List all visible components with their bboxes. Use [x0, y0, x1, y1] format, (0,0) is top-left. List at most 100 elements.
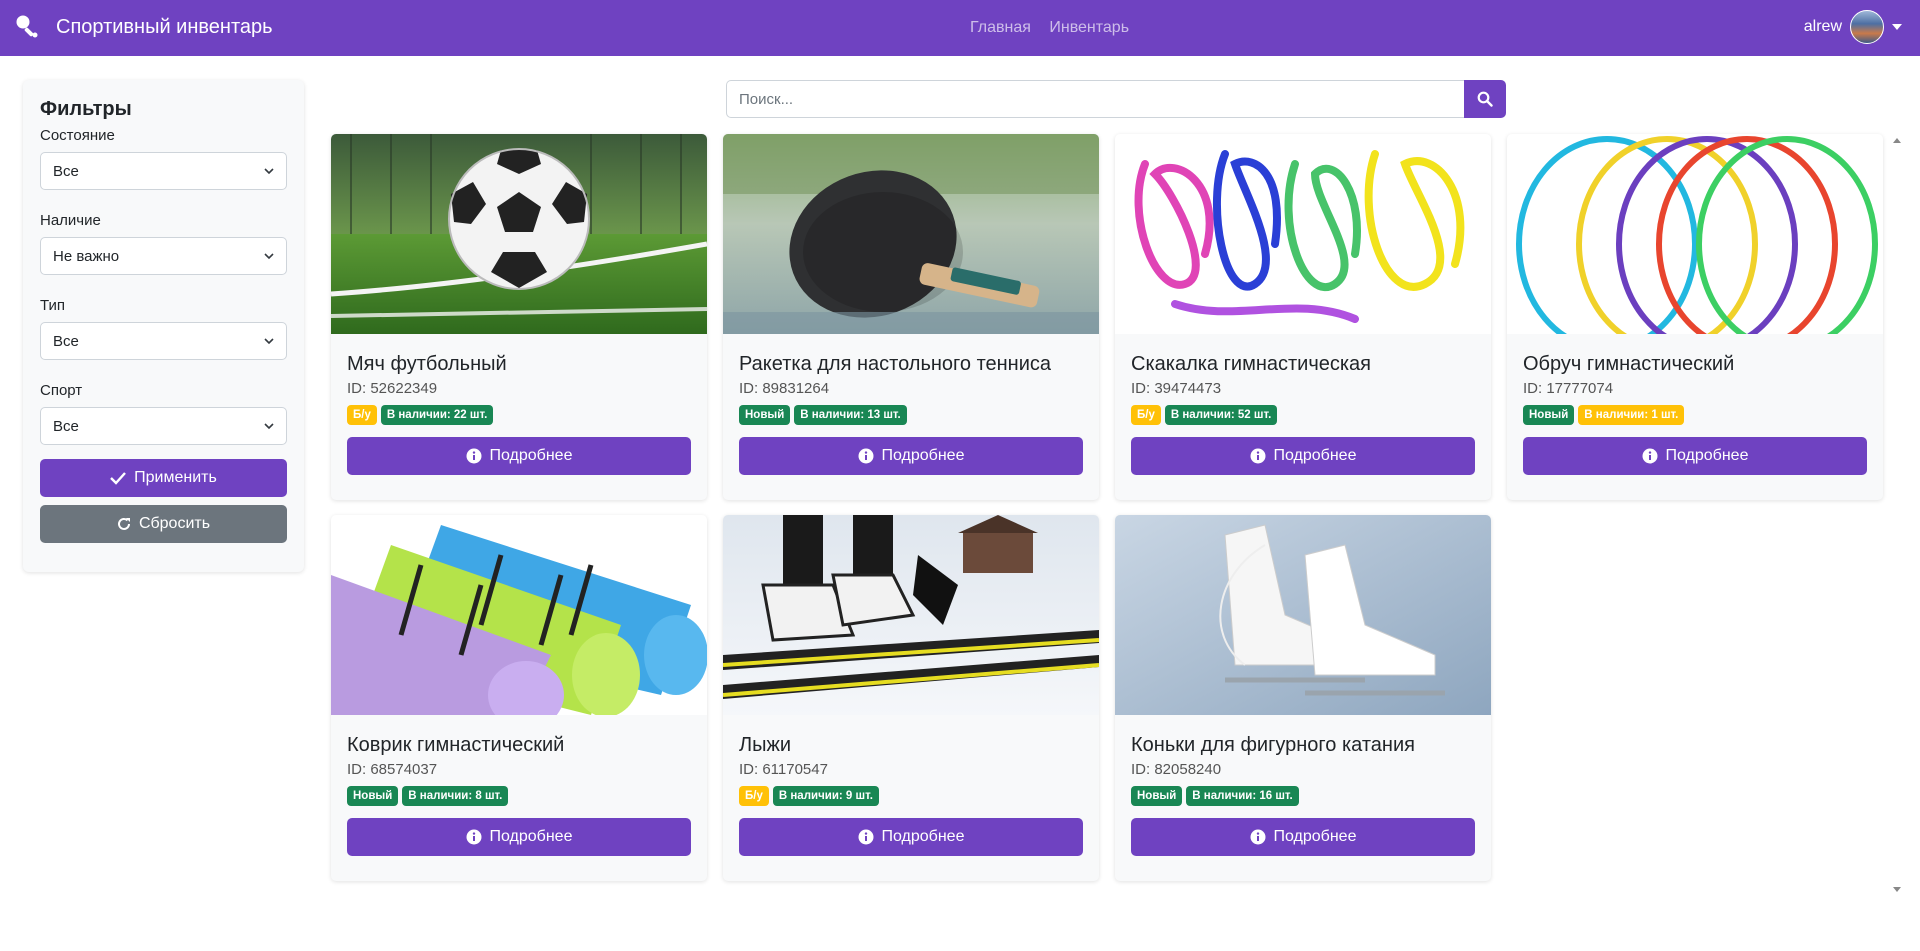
- details-label: Подробнее: [881, 447, 965, 464]
- user-name: alrew: [1803, 18, 1842, 35]
- info-icon: [1250, 448, 1265, 464]
- ping-pong-paddle-image: [723, 134, 1099, 334]
- chevron-down-icon: [264, 338, 274, 345]
- inventory-card[interactable]: Ракетка для настольного тенниса ID: 8983…: [723, 134, 1099, 500]
- info-icon: [466, 448, 481, 464]
- card-body: Мяч футбольный ID: 52622349 Б/у В наличи…: [331, 353, 707, 475]
- filter-label-availability: Наличие: [40, 212, 101, 229]
- scroll-down-arrow-icon[interactable]: [1893, 887, 1901, 892]
- card-body: Коньки для фигурного катания ID: 8205824…: [1115, 734, 1491, 856]
- details-button[interactable]: Подробнее: [739, 818, 1083, 856]
- inventory-card[interactable]: Скакалка гимнастическая ID: 39474473 Б/у…: [1115, 134, 1491, 500]
- info-icon: [1642, 448, 1657, 464]
- chevron-down-icon: [264, 423, 274, 430]
- card-title: Лыжи: [739, 734, 792, 756]
- card-body: Коврик гимнастический ID: 68574037 Новый…: [331, 734, 707, 856]
- info-icon: [858, 829, 873, 845]
- details-button[interactable]: Подробнее: [347, 818, 691, 856]
- filter-label-sport: Спорт: [40, 382, 83, 399]
- card-body: Скакалка гимнастическая ID: 39474473 Б/у…: [1115, 353, 1491, 475]
- figure-skates-image: [1115, 515, 1491, 715]
- details-button[interactable]: Подробнее: [739, 437, 1083, 475]
- avatar: [1850, 10, 1884, 44]
- badges: Б/у В наличии: 9 шт.: [739, 786, 1083, 806]
- info-icon: [466, 829, 481, 845]
- card-title: Коньки для фигурного катания: [1131, 734, 1415, 756]
- details-label: Подробнее: [1665, 447, 1749, 464]
- info-icon: [858, 448, 873, 464]
- details-button[interactable]: Подробнее: [1523, 437, 1867, 475]
- details-label: Подробнее: [1273, 828, 1357, 845]
- condition-badge: Новый: [1131, 786, 1183, 806]
- stock-badge: В наличии: 16 шт.: [1186, 786, 1299, 806]
- reset-button[interactable]: Сбросить: [40, 505, 287, 543]
- filter-select-availability[interactable]: Не важно: [40, 237, 287, 275]
- inventory-card[interactable]: Лыжи ID: 61170547 Б/у В наличии: 9 шт. П…: [723, 515, 1099, 881]
- details-label: Подробнее: [489, 828, 573, 845]
- filter-select-type[interactable]: Все: [40, 322, 287, 360]
- inventory-card[interactable]: Мяч футбольный ID: 52622349 Б/у В наличи…: [331, 134, 707, 500]
- card-id: ID: 52622349: [347, 380, 438, 397]
- select-value: Все: [53, 162, 79, 180]
- select-value: Все: [53, 417, 79, 435]
- nav-links: Главная Инвентарь: [970, 19, 1143, 37]
- reset-label: Сбросить: [138, 515, 211, 532]
- select-value: Все: [53, 332, 79, 350]
- refresh-icon: [117, 517, 130, 530]
- scroll-up-arrow-icon[interactable]: [1893, 138, 1901, 143]
- filter-select-condition[interactable]: Все: [40, 152, 287, 190]
- chevron-down-icon: [264, 168, 274, 175]
- details-label: Подробнее: [1273, 447, 1357, 464]
- badges: Новый В наличии: 8 шт.: [347, 786, 691, 806]
- apply-button[interactable]: Применить: [40, 459, 287, 497]
- details-button[interactable]: Подробнее: [1131, 437, 1475, 475]
- card-title: Обруч гимнастический: [1523, 353, 1735, 375]
- card-id: ID: 68574037: [347, 761, 438, 778]
- check-icon: [110, 472, 127, 485]
- card-body: Лыжи ID: 61170547 Б/у В наличии: 9 шт. П…: [723, 734, 1099, 856]
- condition-badge: Новый: [739, 405, 791, 425]
- badges: Б/у В наличии: 52 шт.: [1131, 405, 1475, 425]
- navbar: Спортивный инвентарь Главная Инвентарь a…: [0, 0, 1920, 56]
- search-bar: [726, 80, 1506, 118]
- card-body: Ракетка для настольного тенниса ID: 8983…: [723, 353, 1099, 475]
- stock-badge: В наличии: 8 шт.: [402, 786, 509, 806]
- stock-badge: В наличии: 9 шт.: [772, 786, 879, 806]
- search-button[interactable]: [1464, 80, 1506, 118]
- card-title: Коврик гимнастический: [347, 734, 565, 756]
- scrollbar[interactable]: [1890, 134, 1904, 896]
- card-title: Мяч футбольный: [347, 353, 507, 375]
- filters-title: Фильтры: [40, 98, 132, 120]
- filter-select-sport[interactable]: Все: [40, 407, 287, 445]
- stock-badge: В наличии: 22 шт.: [380, 405, 494, 425]
- condition-badge: Новый: [1523, 405, 1575, 425]
- inventory-card[interactable]: Обруч гимнастический ID: 17777074 Новый …: [1507, 134, 1883, 500]
- card-title: Ракетка для настольного тенниса: [739, 353, 1052, 375]
- filter-label-type: Тип: [40, 297, 66, 314]
- filter-label-condition: Состояние: [40, 127, 115, 144]
- nav-link-home[interactable]: Главная: [970, 19, 1031, 36]
- card-id: ID: 61170547: [739, 761, 828, 778]
- soccer-ball-image: [331, 134, 707, 334]
- condition-badge: Б/у: [739, 786, 769, 806]
- search-input[interactable]: [726, 80, 1464, 118]
- select-value: Не важно: [53, 247, 120, 265]
- search-icon: [1477, 91, 1493, 107]
- card-id: ID: 89831264: [739, 380, 830, 397]
- brand-link[interactable]: Спортивный инвентарь: [14, 14, 273, 40]
- inventory-grid: Мяч футбольный ID: 52622349 Б/у В наличи…: [331, 134, 1883, 881]
- chevron-down-icon: [264, 253, 274, 260]
- badges: Новый В наличии: 1 шт.: [1523, 405, 1867, 425]
- details-button[interactable]: Подробнее: [1131, 818, 1475, 856]
- user-menu[interactable]: alrew: [1804, 10, 1902, 44]
- card-id: ID: 39474473: [1131, 380, 1222, 397]
- inventory-card[interactable]: Коньки для фигурного катания ID: 8205824…: [1115, 515, 1491, 881]
- details-button[interactable]: Подробнее: [347, 437, 691, 475]
- condition-badge: Б/у: [1131, 405, 1161, 425]
- stock-badge: В наличии: 1 шт.: [1578, 405, 1685, 425]
- details-label: Подробнее: [881, 828, 965, 845]
- jump-ropes-image: [1115, 134, 1491, 334]
- badges: Б/у В наличии: 22 шт.: [347, 405, 691, 425]
- inventory-card[interactable]: Коврик гимнастический ID: 68574037 Новый…: [331, 515, 707, 881]
- nav-link-inventory[interactable]: Инвентарь: [1049, 19, 1129, 36]
